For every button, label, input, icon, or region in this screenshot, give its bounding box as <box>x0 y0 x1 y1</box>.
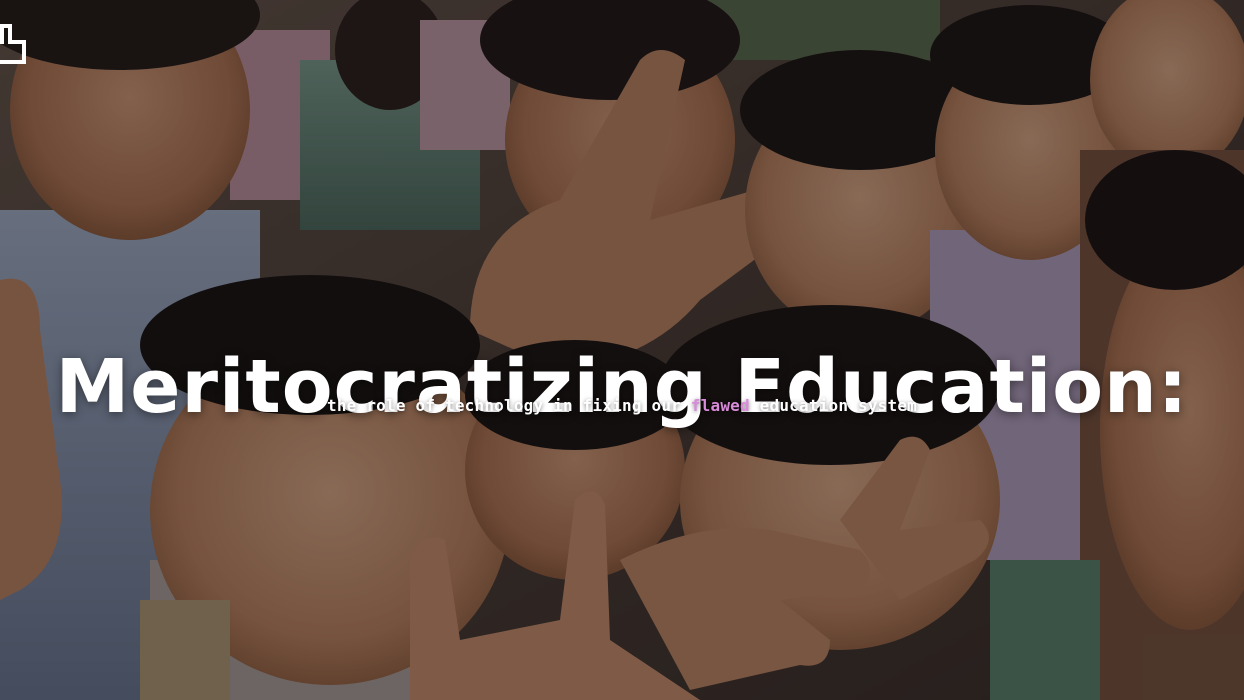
subtitle-text-before: the role of technology in fixing our <box>327 396 691 415</box>
brand-logo-icon[interactable] <box>0 22 26 66</box>
subtitle-highlight: flawed <box>690 396 750 415</box>
page-subtitle: the role of technology in fixing our fla… <box>0 396 1244 415</box>
hero-section: Meritocratizing Education: the role of t… <box>0 0 1244 700</box>
subtitle-text-after: education system <box>749 396 917 415</box>
